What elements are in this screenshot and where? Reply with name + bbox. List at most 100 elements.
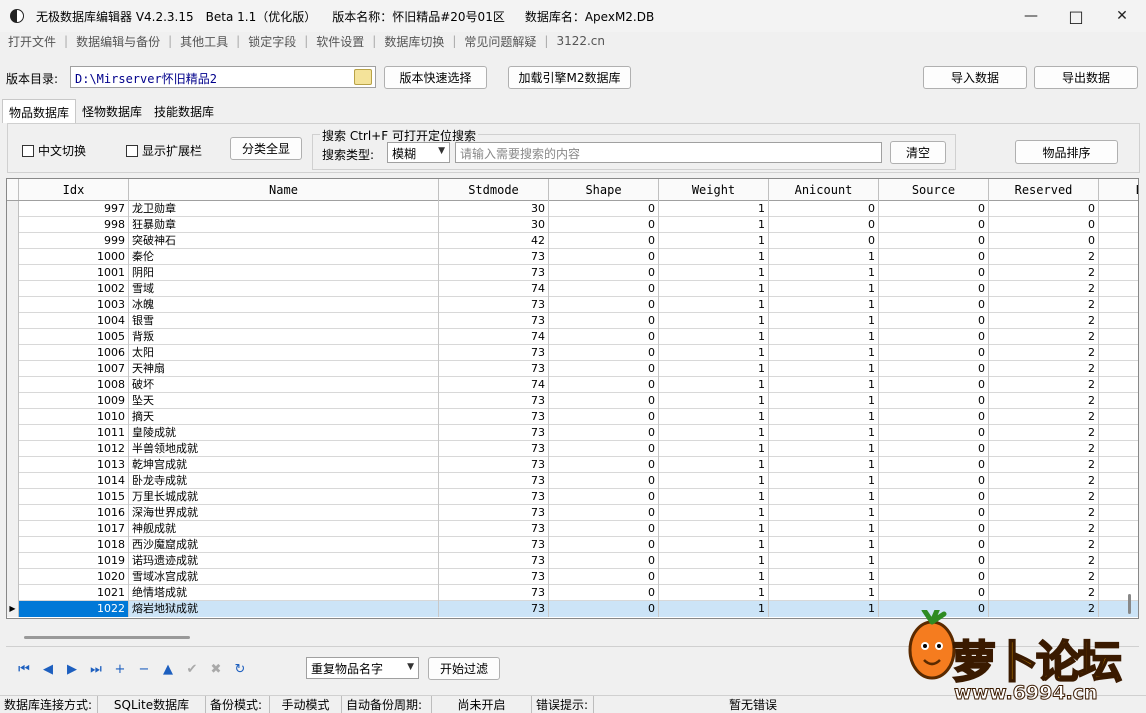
cell-stdmode[interactable]: 73 — [439, 505, 549, 521]
table-row[interactable]: 1005背叛74011023930 — [7, 329, 1138, 345]
table-row[interactable]: 997龙卫勋章300100061100 — [7, 201, 1138, 217]
cell-looks[interactable]: 3935 — [1099, 521, 1138, 537]
row-indicator[interactable] — [7, 297, 19, 313]
table-row[interactable]: 1017神舰成就73011023935 — [7, 521, 1138, 537]
cell-reserved[interactable]: 2 — [989, 329, 1099, 345]
cell-weight[interactable]: 1 — [659, 569, 769, 585]
table-row[interactable]: 1010摘天73011023930 — [7, 409, 1138, 425]
tab-monsters-db[interactable]: 怪物数据库 — [76, 99, 148, 123]
cell-looks[interactable]: 3930 — [1099, 409, 1138, 425]
cell-name[interactable]: 太阳 — [129, 345, 439, 361]
table-row[interactable]: 1019诺玛遗迹成就73011023935 — [7, 553, 1138, 569]
menu-open-file[interactable]: 打开文件 — [0, 33, 64, 50]
column-header-weight[interactable]: Weight — [659, 179, 769, 201]
cell-source[interactable]: 0 — [879, 585, 989, 601]
cell-name[interactable]: 诺玛遗迹成就 — [129, 553, 439, 569]
cell-weight[interactable]: 1 — [659, 265, 769, 281]
cell-source[interactable]: 0 — [879, 425, 989, 441]
cell-stdmode[interactable]: 74 — [439, 329, 549, 345]
row-indicator[interactable] — [7, 233, 19, 249]
cell-shape[interactable]: 0 — [549, 345, 659, 361]
maximize-button[interactable]: □ — [1053, 0, 1099, 32]
cell-name[interactable]: 神舰成就 — [129, 521, 439, 537]
cell-name[interactable]: 银雪 — [129, 313, 439, 329]
cell-anicount[interactable]: 0 — [769, 233, 879, 249]
cell-anicount[interactable]: 1 — [769, 569, 879, 585]
cell-anicount[interactable]: 1 — [769, 457, 879, 473]
cell-name[interactable]: 突破神石 — [129, 233, 439, 249]
table-row[interactable]: 1021绝情塔成就73011023935 — [7, 585, 1138, 601]
cell-name[interactable]: 背叛 — [129, 329, 439, 345]
cell-shape[interactable]: 0 — [549, 265, 659, 281]
cell-source[interactable]: 0 — [879, 393, 989, 409]
cell-reserved[interactable]: 2 — [989, 457, 1099, 473]
row-indicator[interactable] — [7, 473, 19, 489]
cell-idx[interactable]: 1022 — [19, 601, 129, 617]
cell-idx[interactable]: 1013 — [19, 457, 129, 473]
cell-shape[interactable]: 0 — [549, 601, 659, 617]
prev-record-icon[interactable]: ◀ — [36, 660, 60, 678]
row-indicator[interactable] — [7, 457, 19, 473]
cell-looks[interactable]: 3925 — [1099, 457, 1138, 473]
cell-shape[interactable]: 0 — [549, 473, 659, 489]
cell-source[interactable]: 0 — [879, 265, 989, 281]
table-row[interactable]: 1020雪域冰宫成就73011023935 — [7, 569, 1138, 585]
show-all-categories-button[interactable]: 分类全显 — [230, 137, 302, 160]
refresh-icon[interactable]: ↻ — [228, 660, 252, 678]
column-header-idx[interactable]: Idx — [19, 179, 129, 201]
cell-shape[interactable]: 0 — [549, 233, 659, 249]
cell-anicount[interactable]: 1 — [769, 313, 879, 329]
cell-anicount[interactable]: 1 — [769, 329, 879, 345]
menu-db-switch[interactable]: 数据库切换 — [376, 33, 452, 50]
column-header-stdmode[interactable]: Stdmode — [439, 179, 549, 201]
cell-reserved[interactable]: 2 — [989, 281, 1099, 297]
cell-source[interactable]: 0 — [879, 553, 989, 569]
cell-stdmode[interactable]: 73 — [439, 489, 549, 505]
cell-weight[interactable]: 1 — [659, 521, 769, 537]
column-header-looks[interactable]: Looks — [1099, 179, 1138, 201]
search-input[interactable]: 请输入需要搜索的内容 — [455, 142, 882, 163]
tab-skills-db[interactable]: 技能数据库 — [148, 99, 220, 123]
cell-shape[interactable]: 0 — [549, 393, 659, 409]
cell-looks[interactable]: 3935 — [1099, 585, 1138, 601]
cell-anicount[interactable]: 1 — [769, 505, 879, 521]
cell-weight[interactable]: 1 — [659, 409, 769, 425]
table-row[interactable]: 1014卧龙寺成就73011023925 — [7, 473, 1138, 489]
cell-stdmode[interactable]: 73 — [439, 553, 549, 569]
cell-reserved[interactable]: 2 — [989, 345, 1099, 361]
table-row[interactable]: 1003冰魄73011023930 — [7, 297, 1138, 313]
row-indicator[interactable] — [7, 345, 19, 361]
cell-anicount[interactable]: 1 — [769, 537, 879, 553]
cell-shape[interactable]: 0 — [549, 409, 659, 425]
first-record-icon[interactable]: ⏮ — [12, 660, 36, 678]
cell-anicount[interactable]: 1 — [769, 345, 879, 361]
cell-idx[interactable]: 1006 — [19, 345, 129, 361]
cell-reserved[interactable]: 2 — [989, 409, 1099, 425]
cell-shape[interactable]: 0 — [549, 505, 659, 521]
cell-anicount[interactable]: 1 — [769, 409, 879, 425]
import-data-button[interactable]: 导入数据 — [923, 66, 1027, 89]
chinese-switch-checkbox[interactable]: 中文切换 — [22, 142, 86, 159]
cell-weight[interactable]: 1 — [659, 473, 769, 489]
column-header-name[interactable]: Name — [129, 179, 439, 201]
table-row[interactable]: 1011皇陵成就73011023925 — [7, 425, 1138, 441]
cell-source[interactable]: 0 — [879, 377, 989, 393]
row-indicator[interactable] — [7, 361, 19, 377]
cell-looks[interactable]: 3935 — [1099, 553, 1138, 569]
row-indicator[interactable] — [7, 505, 19, 521]
cell-stdmode[interactable]: 73 — [439, 601, 549, 617]
cell-idx[interactable]: 1018 — [19, 537, 129, 553]
cell-shape[interactable]: 0 — [549, 329, 659, 345]
cell-stdmode[interactable]: 73 — [439, 521, 549, 537]
cell-anicount[interactable]: 1 — [769, 265, 879, 281]
cell-stdmode[interactable]: 73 — [439, 425, 549, 441]
duplicate-filter-select[interactable]: 重复物品名字 ▼ — [306, 657, 419, 679]
cell-name[interactable]: 万里长城成就 — [129, 489, 439, 505]
cell-idx[interactable]: 999 — [19, 233, 129, 249]
cell-reserved[interactable]: 2 — [989, 505, 1099, 521]
cell-idx[interactable]: 1004 — [19, 313, 129, 329]
cell-source[interactable]: 0 — [879, 217, 989, 233]
cell-source[interactable]: 0 — [879, 233, 989, 249]
cell-source[interactable]: 0 — [879, 297, 989, 313]
cell-looks[interactable]: 61101 — [1099, 217, 1138, 233]
